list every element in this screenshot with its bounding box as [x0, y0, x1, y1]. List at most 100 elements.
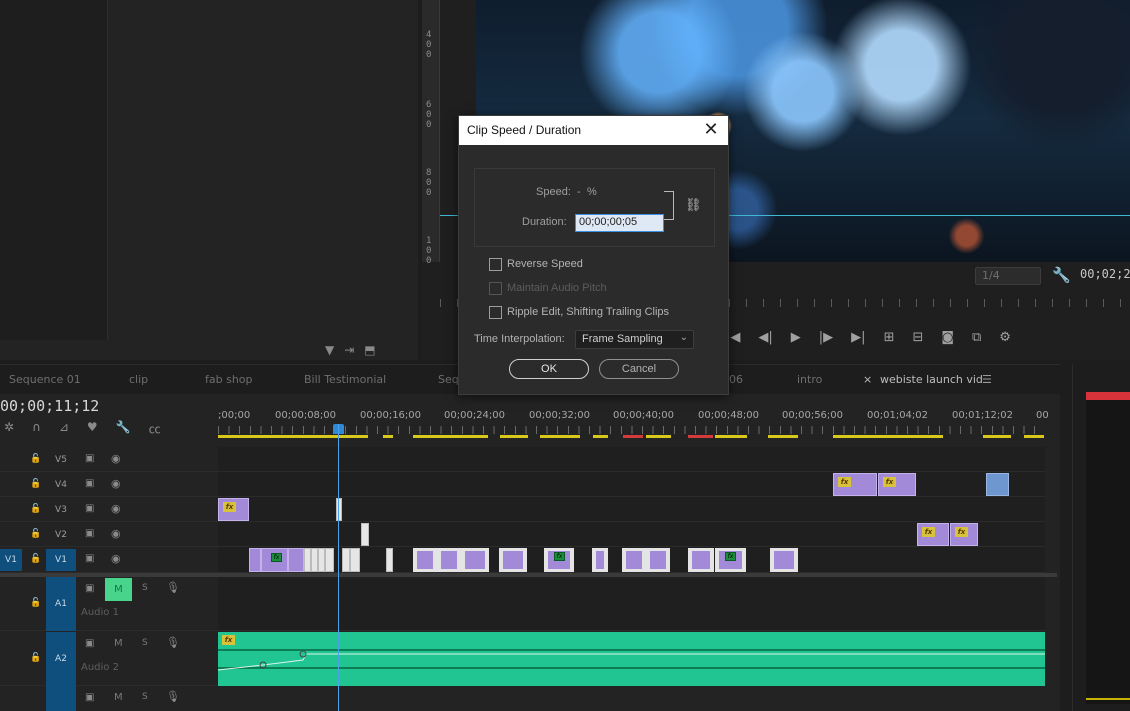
wrench-icon[interactable]: 🔧: [1052, 266, 1071, 284]
clip[interactable]: fx: [917, 523, 949, 546]
snap-icon[interactable]: ∩: [32, 420, 41, 437]
settings-icon[interactable]: ⚙: [999, 330, 1011, 352]
tab-intro[interactable]: intro: [797, 373, 822, 386]
clip[interactable]: fx: [544, 548, 574, 572]
solo-button[interactable]: S: [142, 692, 148, 702]
tab-clip[interactable]: clip: [129, 373, 148, 386]
clip[interactable]: fx: [261, 548, 288, 572]
clip[interactable]: fx: [715, 548, 746, 572]
track-header-v3[interactable]: 🔓 V3 ▣ ◉: [0, 497, 218, 522]
ripple-edit-checkbox[interactable]: [489, 306, 502, 319]
clip[interactable]: [350, 548, 360, 572]
sync-lock-icon[interactable]: ▣: [85, 692, 94, 703]
close-icon[interactable]: ✕: [702, 119, 720, 140]
clip[interactable]: [461, 548, 489, 572]
reverse-speed-checkbox[interactable]: [489, 258, 502, 271]
linked-selection-icon[interactable]: ⊿: [59, 420, 69, 437]
clip[interactable]: [592, 548, 608, 572]
clip[interactable]: fx: [833, 473, 877, 496]
track-target-a1[interactable]: A1: [46, 577, 76, 631]
step-back-icon[interactable]: ◀|: [758, 330, 772, 352]
tab-seq[interactable]: Seq: [438, 373, 459, 386]
mute-button[interactable]: M: [114, 692, 123, 703]
clip[interactable]: [325, 548, 334, 572]
mute-button[interactable]: M: [105, 578, 132, 601]
play-icon[interactable]: ▶: [791, 330, 801, 352]
insert-icon[interactable]: ⇥: [344, 343, 354, 359]
lock-icon[interactable]: 🔓: [30, 653, 41, 663]
automate-icon[interactable]: ⬒: [364, 343, 375, 359]
project-bin-list[interactable]: [0, 0, 108, 340]
mute-button[interactable]: M: [114, 638, 123, 649]
duration-input[interactable]: 00;00;00;05: [575, 214, 664, 232]
clip[interactable]: fx: [218, 498, 249, 521]
captions-icon[interactable]: ㏄: [149, 420, 161, 437]
clip[interactable]: [413, 548, 437, 572]
playhead[interactable]: [338, 424, 339, 711]
solo-button[interactable]: S: [142, 638, 148, 648]
step-forward-icon[interactable]: |▶: [819, 330, 833, 352]
clip[interactable]: [499, 548, 527, 572]
cancel-button[interactable]: Cancel: [599, 359, 679, 379]
dialog-titlebar[interactable]: Clip Speed / Duration ✕: [459, 116, 728, 145]
clip[interactable]: fx: [878, 473, 916, 496]
clip[interactable]: [437, 548, 461, 572]
tab-fab-shop[interactable]: fab shop: [205, 373, 253, 386]
tab-webiste-launch-vid[interactable]: webiste launch vid: [880, 373, 983, 386]
solo-button[interactable]: S: [142, 583, 148, 593]
eye-icon[interactable]: ◉: [111, 527, 121, 540]
lock-icon[interactable]: 🔓: [30, 554, 41, 564]
track-header-v4[interactable]: 🔓 V4 ▣ ◉: [0, 472, 218, 497]
track-a1[interactable]: [218, 577, 1045, 631]
track-header-v1[interactable]: V1 🔓 V1 ▣ ◉: [0, 547, 218, 573]
sync-lock-icon[interactable]: ▣: [85, 583, 94, 594]
link-icon[interactable]: ⛓: [685, 198, 702, 213]
microphone-icon[interactable]: 🎙: [166, 636, 180, 649]
speed-value[interactable]: -: [577, 186, 581, 198]
track-header-a1[interactable]: 🔓 A1 ▣ M S 🎙 Audio 1: [0, 577, 218, 631]
extract-icon[interactable]: ⊟: [912, 330, 923, 352]
eye-icon[interactable]: ◉: [111, 502, 121, 515]
clip[interactable]: [646, 548, 670, 572]
lock-icon[interactable]: 🔓: [30, 454, 41, 464]
lock-icon[interactable]: 🔓: [30, 479, 41, 489]
clip[interactable]: [361, 523, 369, 546]
track-target-a2[interactable]: A2: [46, 632, 76, 686]
sync-lock-icon[interactable]: ▣: [85, 478, 94, 489]
clip[interactable]: [318, 548, 325, 572]
clip[interactable]: [386, 548, 393, 572]
track-v4[interactable]: [218, 472, 1045, 497]
eye-icon[interactable]: ◉: [111, 452, 121, 465]
nest-icon[interactable]: ✲: [4, 420, 14, 437]
marker-icon[interactable]: ♥: [87, 420, 98, 437]
clip[interactable]: [304, 548, 311, 572]
tab-menu-icon[interactable]: ☰: [982, 373, 992, 386]
tab-sequence-01[interactable]: Sequence 01: [9, 373, 81, 386]
sync-lock-icon[interactable]: ▣: [85, 528, 94, 539]
sync-lock-icon[interactable]: ▣: [85, 503, 94, 514]
lock-icon[interactable]: 🔓: [30, 529, 41, 539]
lift-icon[interactable]: ⊞: [884, 330, 895, 352]
maintain-pitch-checkbox[interactable]: [489, 282, 502, 295]
eye-icon[interactable]: ◉: [111, 552, 121, 565]
microphone-icon[interactable]: 🎙: [166, 581, 180, 594]
track-target-a3[interactable]: [46, 686, 76, 711]
sync-lock-icon[interactable]: ▣: [85, 553, 94, 564]
clip[interactable]: [288, 548, 304, 572]
reverse-speed-label[interactable]: Reverse Speed: [507, 258, 583, 270]
time-interpolation-select[interactable]: Frame Sampling ⌄: [575, 330, 694, 349]
eye-icon[interactable]: ◉: [111, 477, 121, 490]
clip[interactable]: [336, 498, 342, 521]
filter-icon[interactable]: ▼: [325, 343, 334, 359]
clip[interactable]: [311, 548, 318, 572]
source-patch-v1[interactable]: V1: [0, 549, 22, 571]
sync-lock-icon[interactable]: ▣: [85, 453, 94, 464]
sync-lock-icon[interactable]: ▣: [85, 638, 94, 649]
clip[interactable]: [770, 548, 798, 572]
clip[interactable]: fx: [950, 523, 978, 546]
clip[interactable]: [622, 548, 646, 572]
clip[interactable]: [986, 473, 1009, 496]
clip[interactable]: [342, 548, 350, 572]
clip[interactable]: [688, 548, 714, 572]
timeline-wrench-icon[interactable]: 🔧: [116, 420, 131, 437]
